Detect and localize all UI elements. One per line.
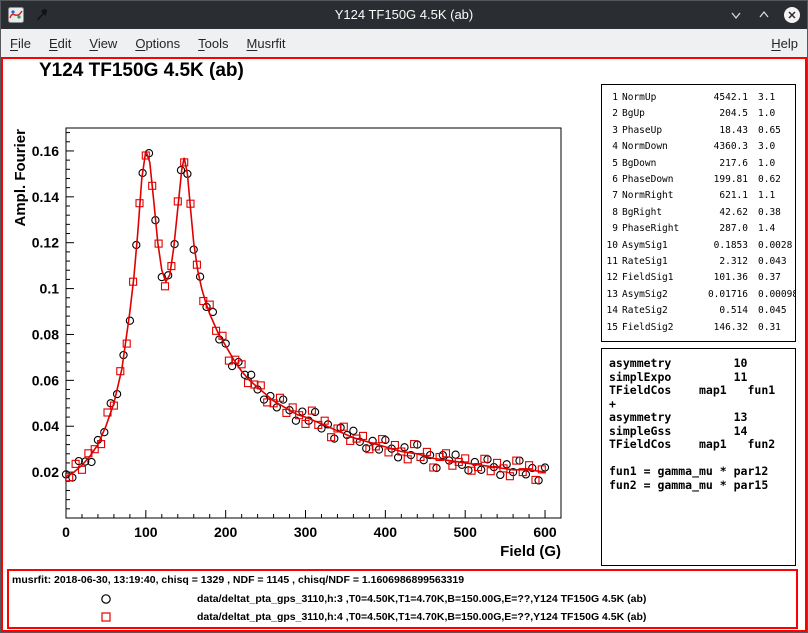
param-row: 8BgRight42.620.38 xyxy=(606,205,791,221)
svg-text:300: 300 xyxy=(294,524,318,540)
svg-text:0.16: 0.16 xyxy=(32,143,59,159)
close-button[interactable] xyxy=(783,6,801,24)
close-icon xyxy=(783,6,801,24)
param-row: 6PhaseDown199.810.62 xyxy=(606,172,791,188)
menu-view[interactable]: View xyxy=(80,29,126,57)
svg-text:500: 500 xyxy=(454,524,478,540)
svg-text:Field (G): Field (G) xyxy=(500,543,561,560)
svg-text:200: 200 xyxy=(214,524,238,540)
maximize-button[interactable] xyxy=(755,6,773,24)
param-row: 1NormUp4542.13.1 xyxy=(606,90,791,106)
svg-text:0.1: 0.1 xyxy=(40,281,60,297)
chevron-down-icon xyxy=(727,6,745,24)
svg-text:100: 100 xyxy=(134,524,158,540)
param-row: 5BgDown217.61.0 xyxy=(606,156,791,172)
minimize-button[interactable] xyxy=(727,6,745,24)
legend-marker-circle-icon xyxy=(99,592,113,606)
menu-tools[interactable]: Tools xyxy=(189,29,237,57)
legend-marker-square-icon xyxy=(99,610,113,624)
param-row: 10AsymSig10.18530.0028 xyxy=(606,238,791,254)
titlebar[interactable]: Y124 TF150G 4.5K (ab) xyxy=(1,1,807,29)
menubar-spacer xyxy=(295,29,763,57)
theory-text: asymmetry 10 simplExpo 11 TFieldCos map1… xyxy=(602,349,795,500)
parameter-box: 1NormUp4542.13.12BgUp204.51.03PhaseUp18.… xyxy=(601,84,796,342)
svg-text:0.14: 0.14 xyxy=(32,189,59,205)
theory-box: asymmetry 10 simplExpo 11 TFieldCos map1… xyxy=(601,348,796,566)
svg-text:Ampl. Fourier: Ampl. Fourier xyxy=(12,129,29,227)
svg-text:0.12: 0.12 xyxy=(32,235,59,251)
legend-entry: data/deltat_pta_gps_3110,h:4 ,T0=4.50K,T… xyxy=(9,609,796,627)
chevron-up-icon xyxy=(755,6,773,24)
param-row: 13AsymSig20.017160.00098 xyxy=(606,287,791,303)
menu-options[interactable]: Options xyxy=(126,29,189,57)
svg-text:0.06: 0.06 xyxy=(32,372,59,388)
svg-text:0.04: 0.04 xyxy=(32,418,59,434)
legend-entry: data/deltat_pta_gps_3110,h:3 ,T0=4.50K,T… xyxy=(9,591,796,609)
param-row: 11RateSig12.3120.043 xyxy=(606,254,791,270)
legend-label: data/deltat_pta_gps_3110,h:3 ,T0=4.50K,T… xyxy=(197,593,646,605)
param-row: 3PhaseUp18.430.65 xyxy=(606,123,791,139)
fit-info-line: musrfit: 2018-06-30, 13:19:40, chisq = 1… xyxy=(12,574,464,586)
param-row: 4NormDown4360.33.0 xyxy=(606,139,791,155)
param-row: 9PhaseRight287.01.4 xyxy=(606,221,791,237)
svg-text:400: 400 xyxy=(374,524,398,540)
param-row: 14RateSig20.5140.045 xyxy=(606,303,791,319)
menu-musrfit[interactable]: Musrfit xyxy=(238,29,295,57)
svg-text:0.02: 0.02 xyxy=(32,464,59,480)
pin-icon[interactable] xyxy=(33,6,51,24)
param-row: 2BgUp204.51.0 xyxy=(606,106,791,122)
window-title: Y124 TF150G 4.5K (ab) xyxy=(1,1,807,29)
menubar: File Edit View Options Tools Musrfit Hel… xyxy=(1,29,807,58)
param-row: 15FieldSig2146.320.31 xyxy=(606,320,791,336)
application-window: { "window": { "title": "Y124 TF150G 4.5K… xyxy=(0,0,808,633)
plot-legend: data/deltat_pta_gps_3110,h:3 ,T0=4.50K,T… xyxy=(9,591,796,627)
app-icon-graphic xyxy=(8,7,24,23)
param-row: 12FieldSig1101.360.37 xyxy=(606,270,791,286)
svg-text:0: 0 xyxy=(62,524,70,540)
param-row: 7NormRight621.11.1 xyxy=(606,188,791,204)
app-icon[interactable] xyxy=(7,6,25,24)
svg-text:0.08: 0.08 xyxy=(32,326,59,342)
root-canvas[interactable]: Y124 TF150G 4.5K (ab) 010020030040050060… xyxy=(1,57,807,632)
menu-edit[interactable]: Edit xyxy=(40,29,80,57)
fit-info-pad: musrfit: 2018-06-30, 13:19:40, chisq = 1… xyxy=(7,569,798,629)
menu-help[interactable]: Help xyxy=(762,29,807,57)
legend-label: data/deltat_pta_gps_3110,h:4 ,T0=4.50K,T… xyxy=(197,611,646,623)
menu-file[interactable]: File xyxy=(1,29,40,57)
svg-text:600: 600 xyxy=(533,524,557,540)
